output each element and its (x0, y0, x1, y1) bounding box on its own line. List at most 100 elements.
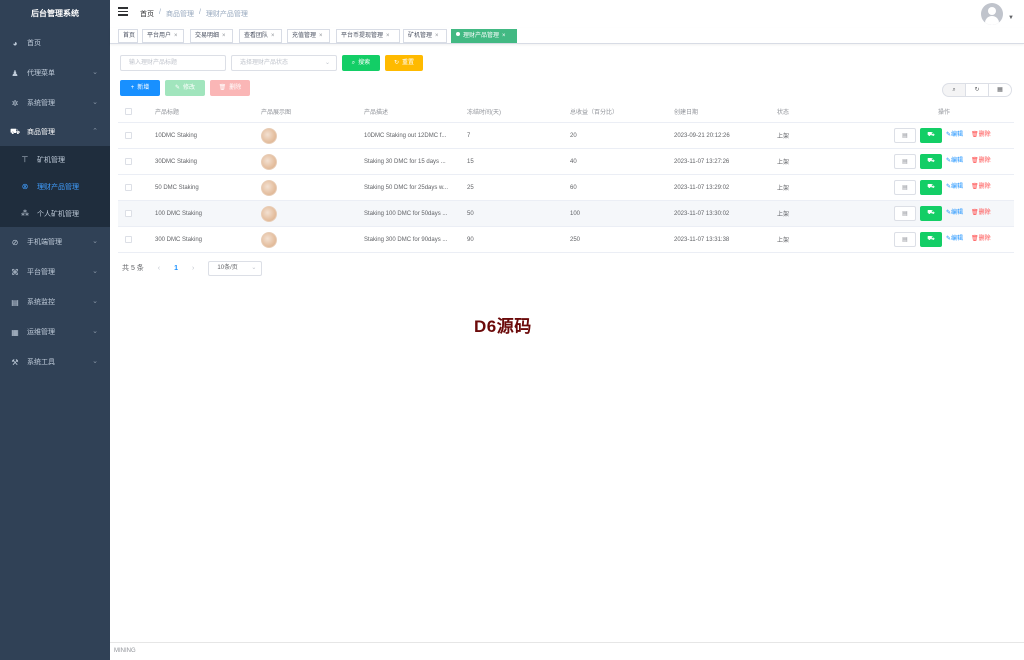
tag-miners[interactable]: 矿机管理 × (403, 29, 447, 43)
sidebar-subitem-miners[interactable]: ⊤ 矿机管理 (0, 146, 110, 173)
close-icon[interactable]: × (174, 33, 178, 39)
sidebar-item-system[interactable]: ✲ 系统管理 ⌄ (0, 88, 110, 118)
breadcrumb-home[interactable]: 首页 (140, 9, 154, 19)
close-icon[interactable]: × (502, 33, 506, 39)
detail-button[interactable]: ▤ (894, 128, 916, 143)
edit-button[interactable]: ✎ 修改 (165, 80, 205, 96)
columns-icon[interactable]: ▦ (988, 83, 1012, 97)
cart-button[interactable]: ⛟ (920, 128, 942, 143)
row-delete-link[interactable]: 🗑删除 (971, 157, 991, 166)
hamburger-icon[interactable] (118, 7, 128, 17)
trash-icon: 🗑 (971, 236, 979, 242)
title-search-input[interactable]: 输入理财产品标题 (120, 55, 226, 71)
product-icon: ⊗ (21, 182, 29, 191)
user-group-icon: ♟ (11, 68, 19, 78)
close-icon[interactable]: × (222, 33, 226, 39)
monitor-icon: ▤ (11, 297, 19, 307)
sidebar-subitem-personal-miners[interactable]: ⁂ 个人矿机管理 (0, 200, 110, 227)
row-edit-link[interactable]: ✎编辑 (946, 157, 963, 166)
cell-total-profit: 250 (570, 236, 581, 243)
watermark: D6源码 (474, 317, 532, 336)
table-row: 100 DMC Staking Staking 100 DMC for 50da… (118, 201, 1014, 227)
cart-button[interactable]: ⛟ (920, 206, 942, 221)
search-button[interactable]: ⌕ 搜索 (342, 55, 380, 71)
trash-icon: 🗑 (971, 184, 979, 190)
chevron-down-icon: ⌄ (92, 358, 98, 365)
cell-created: 2023-09-21 20:12:26 (674, 132, 730, 139)
sidebar-item-tools[interactable]: ⚒ 系统工具 ⌄ (0, 347, 110, 377)
product-image[interactable] (261, 205, 277, 222)
page-size-select[interactable]: 10条/页 ⌄ (208, 260, 263, 276)
tag-home[interactable]: 首页 (118, 29, 138, 43)
reset-button[interactable]: ↻ 重置 (385, 55, 423, 71)
status-select[interactable]: 选择理财产品状态 ⌄ (231, 55, 337, 71)
chevron-down-icon: ⌄ (251, 264, 257, 271)
sidebar-item-monitor[interactable]: ▤ 系统监控 ⌄ (0, 287, 110, 317)
row-delete-link[interactable]: 🗑删除 (971, 183, 991, 192)
tag-transactions[interactable]: 交易明细 × (190, 29, 233, 43)
search-toggle-icon[interactable]: ⌕ (942, 83, 966, 97)
chevron-down-icon: ⌄ (92, 238, 98, 245)
row-checkbox[interactable] (125, 158, 132, 165)
page-number[interactable]: 1 (174, 265, 178, 272)
platform-icon: ⌘ (11, 267, 19, 277)
sidebar-item-agent-menu[interactable]: ♟ 代理菜单 ⌄ (0, 58, 110, 88)
sidebar-item-goods[interactable]: ⛟ 商品管理 ⌃ (0, 117, 110, 147)
next-page-icon[interactable]: › (192, 265, 194, 272)
row-checkbox[interactable] (125, 210, 132, 217)
footer: MINING (110, 642, 1024, 660)
close-icon[interactable]: × (435, 33, 439, 39)
row-edit-link[interactable]: ✎编辑 (946, 235, 963, 244)
breadcrumb-separator: / (198, 9, 201, 16)
refresh-icon[interactable]: ↻ (965, 83, 989, 97)
row-checkbox[interactable] (125, 132, 132, 139)
tag-recharge[interactable]: 充值管理 × (287, 29, 330, 43)
close-icon[interactable]: × (386, 33, 390, 39)
sidebar-item-platform[interactable]: ⌘ 平台管理 ⌄ (0, 257, 110, 287)
detail-button[interactable]: ▤ (894, 154, 916, 169)
add-button[interactable]: + 新增 (120, 80, 160, 96)
cell-freeze-days: 7 (467, 132, 471, 139)
select-all-checkbox[interactable] (125, 108, 132, 115)
close-icon[interactable]: × (319, 33, 323, 39)
product-image[interactable] (261, 179, 277, 196)
tag-withdraw[interactable]: 平台币提现管理 × (336, 29, 400, 43)
row-delete-link[interactable]: 🗑删除 (971, 235, 991, 244)
sidebar-item-ops[interactable]: ▦ 运维管理 ⌄ (0, 317, 110, 347)
row-edit-link[interactable]: ✎编辑 (946, 131, 963, 140)
row-checkbox[interactable] (125, 184, 132, 191)
tag-team[interactable]: 查看团队 × (239, 29, 282, 43)
table-row: 300 DMC Staking Staking 300 DMC for 90da… (118, 227, 1014, 253)
avatar[interactable] (981, 3, 1003, 25)
header-freeze-days: 冻结时间(天) (467, 110, 501, 116)
row-delete-link[interactable]: 🗑删除 (971, 131, 991, 140)
delete-button[interactable]: 🗑 删除 (210, 80, 250, 96)
detail-button[interactable]: ▤ (894, 232, 916, 247)
product-image[interactable] (261, 231, 277, 248)
row-edit-link[interactable]: ✎编辑 (946, 209, 963, 218)
trash-icon: 🗑 (971, 132, 979, 138)
sidebar-subitem-financial-products[interactable]: ⊗ 理财产品管理 (0, 173, 110, 200)
sidebar-item-mobile[interactable]: ⊘ 手机端管理 ⌄ (0, 227, 110, 257)
caret-down-icon[interactable]: ▼ (1008, 15, 1014, 21)
row-delete-link[interactable]: 🗑删除 (971, 209, 991, 218)
chevron-down-icon: ⌄ (92, 298, 98, 305)
product-image[interactable] (261, 153, 277, 170)
cart-button[interactable]: ⛟ (920, 232, 942, 247)
chevron-down-icon: ⌄ (324, 60, 330, 66)
tag-financial-products[interactable]: 理财产品管理 × (451, 29, 517, 43)
close-icon[interactable]: × (271, 33, 275, 39)
tag-platform-users[interactable]: 平台用户 × (142, 29, 184, 43)
row-edit-link[interactable]: ✎编辑 (946, 183, 963, 192)
cell-title: 300 DMC Staking (155, 236, 203, 243)
prev-page-icon[interactable]: ‹ (158, 265, 160, 272)
cart-button[interactable]: ⛟ (920, 180, 942, 195)
detail-button[interactable]: ▤ (894, 206, 916, 221)
cart-button[interactable]: ⛟ (920, 154, 942, 169)
sidebar-item-home[interactable]: ◕ 首页 (0, 28, 110, 58)
breadcrumb-goods: 商品管理 (165, 11, 194, 18)
cell-created: 2023-11-07 13:27:26 (674, 158, 730, 165)
detail-button[interactable]: ▤ (894, 180, 916, 195)
row-checkbox[interactable] (125, 236, 132, 243)
product-image[interactable] (261, 127, 277, 144)
